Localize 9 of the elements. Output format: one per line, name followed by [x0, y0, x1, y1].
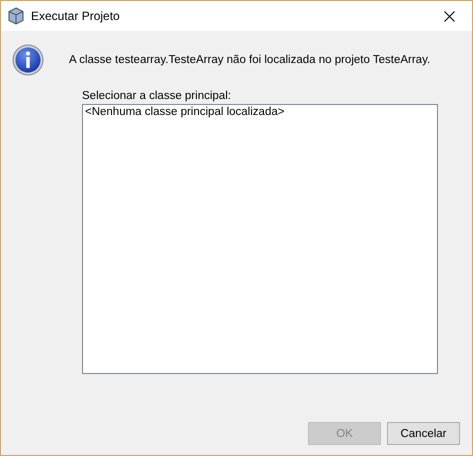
info-icon	[12, 44, 44, 76]
cancel-button[interactable]: Cancelar	[387, 422, 460, 445]
list-label: Selecionar a classe principal:	[82, 90, 232, 102]
cube-icon	[7, 7, 25, 25]
list-item[interactable]: <Nenhuma classe principal localizada>	[85, 106, 435, 118]
close-icon	[444, 10, 454, 22]
error-message: A classe testearray.TesteArray não foi localizada no projeto TesteArray.	[69, 54, 430, 66]
window-title: Executar Projeto	[31, 9, 121, 23]
class-list[interactable]: <Nenhuma classe principal localizada>	[82, 104, 438, 374]
